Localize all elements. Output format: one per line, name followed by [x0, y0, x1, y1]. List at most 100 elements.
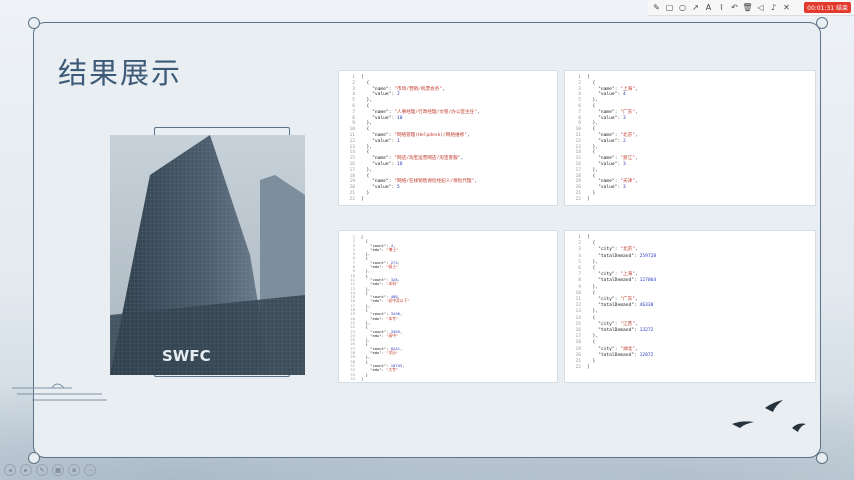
line-text: } [361, 190, 370, 196]
pen-tool-icon[interactable]: ✎ [36, 464, 48, 476]
json-panel-job-types[interactable]: 1[2 {3 "name": "市场/营销/机票会务", 4 "value": 2… [338, 70, 558, 206]
slide-title: 结果展示 [58, 56, 183, 90]
code-block: 1[2 {3 "city": "北京", 4 "totalDemand": 259… [569, 235, 656, 371]
line-text: "value": 10 [372, 115, 403, 121]
line-text: "value": 2 [372, 92, 400, 98]
line-text: "name": "人事经理/行政经理/文管/办公室主任", [372, 109, 480, 115]
building-sign: SWFC [162, 347, 211, 365]
cloud-decoration [12, 383, 107, 401]
line-text: "city": "江苏", [598, 321, 638, 327]
code-line: 34] [343, 375, 410, 381]
line-text: }, [587, 334, 599, 340]
line-number: 34 [350, 375, 355, 381]
line-text: }, [361, 121, 373, 127]
pen-icon[interactable]: ✎ [652, 3, 661, 12]
line-text: { [587, 80, 596, 86]
line-text: } [587, 190, 596, 196]
close-icon[interactable]: ✕ [782, 3, 791, 12]
line-text: "totalDemand": 46338 [598, 303, 654, 309]
line-text: "totalDemand": 259728 [598, 253, 657, 259]
line-text: "name": "网络/在线销售保险经纪人/保险代理", [372, 179, 477, 185]
line-text: ] [587, 365, 590, 371]
annotation-toolbar: ✎ ▢ ○ ↗ A ⌇ ↶ 🗑 ◁ ♪ ✕ 00:01:31 结束 [648, 0, 854, 16]
code-block: 1[2 {3 "count": 4, 4 "edu": "博士" 5 }, 6 {7 … [343, 234, 410, 381]
line-text: { [587, 173, 596, 179]
line-text: }, [587, 144, 599, 150]
line-text: "name": "天津", [598, 179, 638, 185]
more-icon[interactable]: ⋯ [84, 464, 96, 476]
code-line: 4 "totalDemand": 259728 [569, 254, 656, 260]
line-text: "value": 3 [598, 115, 626, 121]
line-number: 22 [575, 196, 581, 202]
line-text: "city": "上海", [598, 272, 638, 278]
line-text: { [587, 103, 596, 109]
line-text: { [361, 173, 370, 179]
line-text: "name": "广东", [598, 109, 638, 115]
json-panel-provinces[interactable]: 1[2 {3 "name": "上海", 4 "value": 45 }, 6 {7… [564, 70, 816, 206]
code-block: 1[2 {3 "name": "市场/营销/机票会务", 4 "value": 2… [343, 75, 480, 203]
code-line: 22] [569, 197, 638, 203]
frame-corner [28, 452, 40, 464]
line-text: { [587, 127, 596, 133]
line-text: "value": 3 [598, 185, 626, 191]
skyscraper-photo: SWFC [110, 135, 305, 375]
line-text: }, [587, 309, 599, 315]
line-text: { [587, 241, 596, 247]
highlighter-icon[interactable]: ⌇ [717, 3, 726, 12]
previous-icon[interactable]: ◂ [4, 464, 16, 476]
text-icon[interactable]: A [704, 3, 713, 12]
line-text: "name": "网店/淘宝运营网店/淘宝客服", [372, 156, 464, 162]
line-text: "name": "市场/营销/机票会务", [372, 86, 445, 92]
code-block: 1[2 {3 "name": "上海", 4 "value": 45 }, 6 {7… [569, 75, 638, 203]
line-text: { [361, 80, 370, 86]
frame-corner [816, 17, 828, 29]
line-text: }, [361, 167, 373, 173]
mic-icon[interactable]: ♪ [769, 3, 778, 12]
line-text: "value": 4 [598, 92, 626, 98]
line-text: "name": "浙江", [598, 156, 638, 162]
arrow-icon[interactable]: ↗ [691, 3, 700, 12]
line-text: ] [587, 196, 590, 202]
line-text: "totalDemand": 127064 [598, 278, 657, 284]
line-text: } [587, 359, 596, 365]
line-text: "city": "北京", [598, 247, 638, 253]
code-line: 8 "totalDemand": 127064 [569, 278, 656, 284]
line-text: ] [361, 375, 364, 381]
line-text: { [587, 315, 596, 321]
code-line: 22] [343, 197, 480, 203]
birds-decoration [732, 400, 806, 432]
next-icon[interactable]: ▸ [20, 464, 32, 476]
line-text: }, [361, 144, 373, 150]
line-text: "value": 3 [598, 161, 626, 167]
circle-icon[interactable]: ○ [678, 3, 687, 12]
undo-icon[interactable]: ↶ [730, 3, 739, 12]
line-text: }, [587, 167, 599, 173]
line-text: [ [587, 235, 590, 240]
line-text: "name": "网络管理(Helpdesk)/网络维修", [372, 132, 470, 138]
line-text: "value": 5 [372, 185, 400, 191]
line-text: }, [587, 98, 599, 104]
line-text: "value": 1 [372, 138, 400, 144]
rectangle-icon[interactable]: ▢ [665, 3, 674, 12]
json-panel-city-demand[interactable]: 1[2 {3 "city": "北京", 4 "totalDemand": 259… [564, 230, 816, 383]
line-text: { [587, 290, 596, 296]
line-text: "value": 10 [372, 161, 403, 167]
json-panel-education[interactable]: 1[2 {3 "count": 4, 4 "edu": "博士" 5 }, 6 {7 … [338, 230, 558, 383]
grid-view-icon[interactable]: ▦ [52, 464, 64, 476]
trash-icon[interactable]: 🗑 [742, 3, 752, 12]
recording-timer[interactable]: 00:01:31 结束 [804, 2, 851, 13]
line-text: }, [587, 259, 599, 265]
line-text: }, [361, 98, 373, 104]
zoom-icon[interactable]: ⊕ [68, 464, 80, 476]
line-number: 22 [575, 365, 581, 371]
line-text: { [361, 103, 370, 109]
line-text: { [361, 127, 370, 133]
player-controls: ◂ ▸ ✎ ▦ ⊕ ⋯ [4, 464, 96, 476]
frame-corner [28, 17, 40, 29]
line-text: }, [587, 121, 599, 127]
line-text: [ [361, 75, 364, 80]
line-text: }, [587, 284, 599, 290]
line-text: "totalDemand": 13272 [598, 328, 654, 334]
speaker-icon[interactable]: ◁ [756, 3, 765, 12]
line-text: { [587, 340, 596, 346]
